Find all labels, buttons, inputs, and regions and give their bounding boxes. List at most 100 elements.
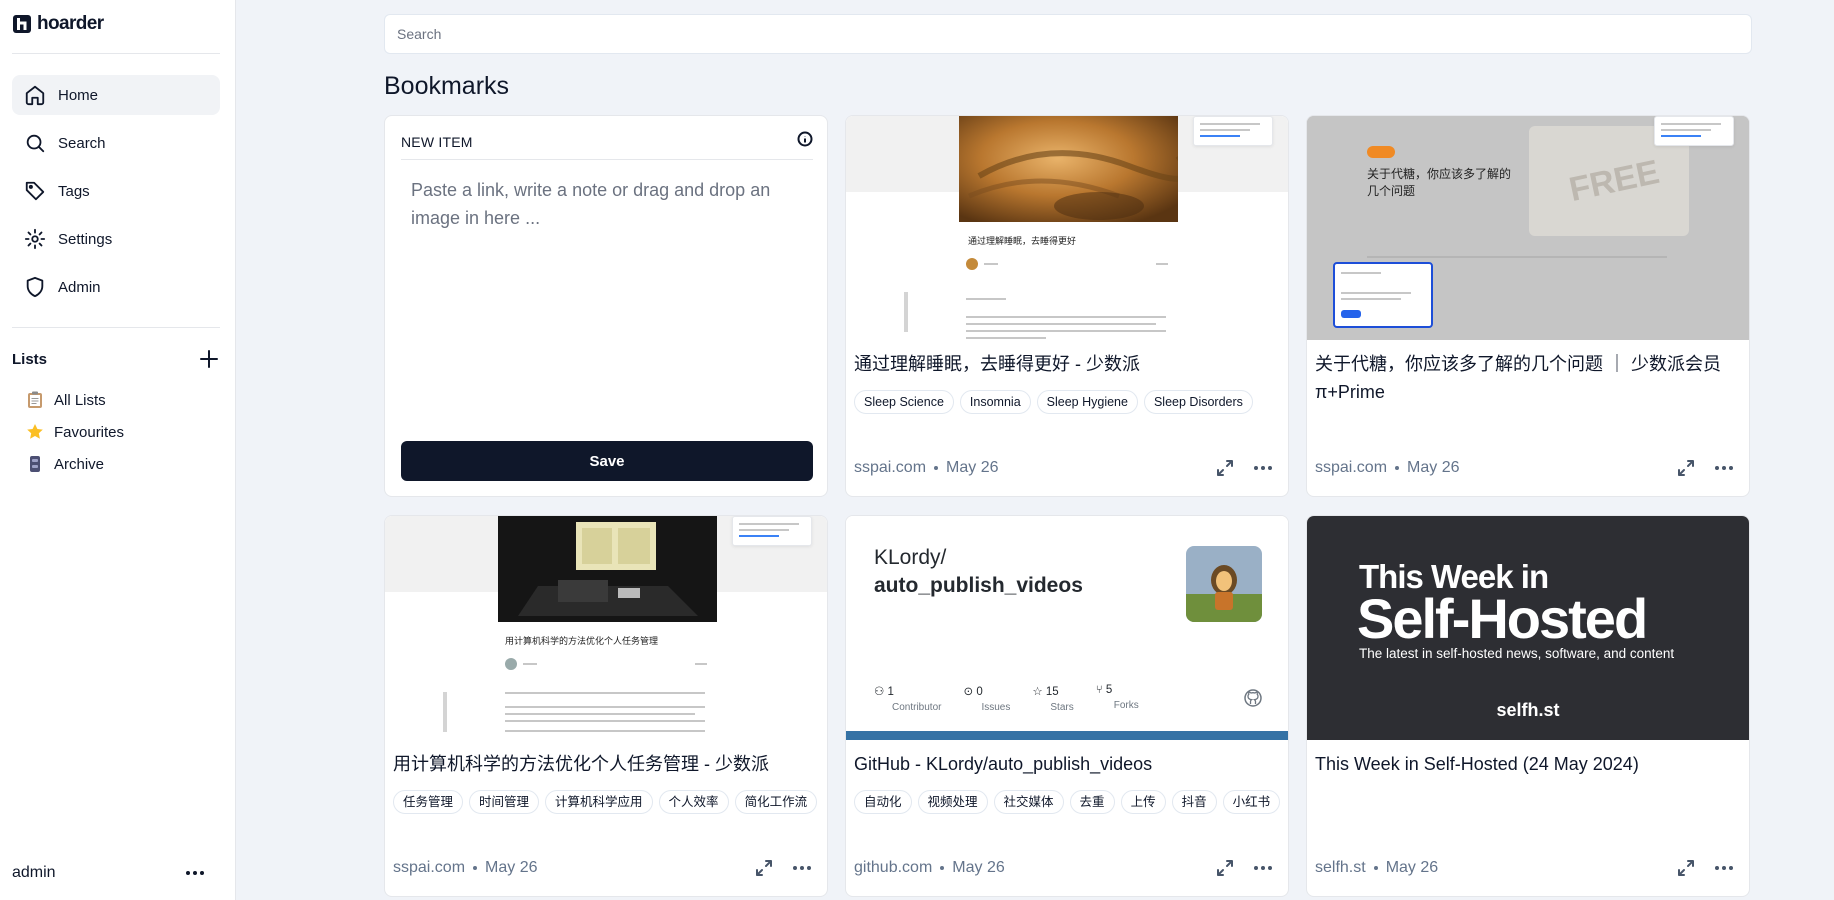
bookmark-domain[interactable]: sspai.com <box>1315 459 1387 477</box>
fork-icon: ⑂ <box>1095 684 1103 696</box>
expand-icon[interactable] <box>1677 459 1695 477</box>
card-footer: sspai.com May 26 <box>393 858 815 878</box>
bookmark-domain[interactable]: sspai.com <box>854 459 926 477</box>
tag-list: 任务管理 时间管理 计算机科学应用 个人效率 简化工作流 <box>393 790 818 814</box>
sidebar-item-home[interactable]: Home <box>12 75 220 115</box>
tag[interactable]: 简化工作流 <box>734 790 818 814</box>
sidebar-item-label: Search <box>58 134 106 152</box>
bookmark-thumbnail[interactable]: 用计算机科学的方法优化个人任务管理 <box>385 516 827 740</box>
expand-icon[interactable] <box>1216 859 1234 877</box>
preview-popup <box>732 516 812 546</box>
new-item-textarea[interactable] <box>401 176 813 376</box>
user-menu-button[interactable] <box>182 867 208 879</box>
more-options-button[interactable] <box>1711 862 1737 874</box>
bookmark-card[interactable]: This Week in Self-Hosted The latest in s… <box>1306 515 1750 897</box>
archive-emoji-icon <box>30 456 40 472</box>
tag[interactable]: Sleep Science <box>854 390 954 414</box>
plus-icon <box>200 350 218 368</box>
lists: All Lists Favourites Archive <box>26 384 124 480</box>
tag[interactable]: 时间管理 <box>469 790 540 814</box>
preview-brand: selfh.st <box>1496 700 1560 720</box>
preview-popup <box>1333 262 1433 328</box>
bookmark-card[interactable]: KLordy/ auto_publish_videos ⚇ 1 Contribu… <box>845 515 1289 897</box>
bookmark-thumbnail[interactable]: KLordy/ auto_publish_videos ⚇ 1 Contribu… <box>846 516 1288 740</box>
more-options-button[interactable] <box>789 862 815 874</box>
tag[interactable]: 抖音 <box>1171 790 1217 814</box>
sidebar-item-admin[interactable]: Admin <box>12 267 220 307</box>
bookmark-meta: sspai.com May 26 <box>854 459 999 477</box>
tag[interactable]: Insomnia <box>959 390 1031 414</box>
bookmark-title[interactable]: 关于代糖，你应该多了解的几个问题 ｜ 少数派会员 π+Prime <box>1315 350 1735 406</box>
tag[interactable]: 上传 <box>1120 790 1166 814</box>
bookmark-title[interactable]: GitHub - KLordy/auto_publish_videos <box>854 750 1274 778</box>
bookmark-card[interactable]: FREE 关于代糖，你应该多了解的几个问题 关于代糖，你应该多了解的几个问题 ｜… <box>1306 115 1750 497</box>
tag[interactable]: 自动化 <box>854 790 912 814</box>
star-icon: ☆ <box>1032 686 1043 698</box>
tag[interactable]: 小红书 <box>1222 790 1281 814</box>
sidebar-item-label: Tags <box>58 182 90 200</box>
repo-stat: ⚇ 1 Contributor <box>874 686 942 713</box>
bookmark-date: May 26 <box>952 859 1005 876</box>
repo-stats: ⚇ 1 Contributor ⊙ 0 Issues ☆ 15 Stars ⑂ … <box>874 684 1139 713</box>
tag[interactable]: 任务管理 <box>393 790 464 814</box>
shield-icon <box>26 276 44 298</box>
lists-title: Lists <box>12 350 48 368</box>
bookmark-title[interactable]: 用计算机科学的方法优化个人任务管理 - 少数派 <box>393 750 813 778</box>
list-item-all-lists[interactable]: All Lists <box>26 384 124 416</box>
bookmark-title[interactable]: This Week in Self-Hosted (24 May 2024) <box>1315 750 1735 778</box>
tag[interactable]: Sleep Hygiene <box>1036 390 1138 414</box>
tag-list: 自动化 视频处理 社交媒体 去重 上传 抖音 小红书 <box>854 790 1281 814</box>
expand-icon[interactable] <box>1677 859 1695 877</box>
bookmark-thumbnail[interactable]: FREE 关于代糖，你应该多了解的几个问题 <box>1307 116 1749 340</box>
bookmark-domain[interactable]: github.com <box>854 859 932 877</box>
expand-icon[interactable] <box>755 859 773 877</box>
sidebar-item-tags[interactable]: Tags <box>12 171 220 211</box>
bookmark-date: May 26 <box>485 859 538 876</box>
card-footer: sspai.com May 26 <box>1315 458 1737 478</box>
expand-icon[interactable] <box>1216 459 1234 477</box>
save-button[interactable]: Save <box>401 441 813 481</box>
bookmark-thumbnail[interactable]: 通过理解睡眠，去睡得更好 <box>846 116 1288 340</box>
repo-name: auto_publish_videos <box>874 574 1083 597</box>
list-item-label: All Lists <box>54 391 106 409</box>
bookmark-card[interactable]: 用计算机科学的方法优化个人任务管理 用计算机科学的方法优化个人任务管理 - 少数… <box>384 515 828 897</box>
sidebar-item-search[interactable]: Search <box>12 123 220 163</box>
bookmark-domain[interactable]: selfh.st <box>1315 859 1366 877</box>
more-options-button[interactable] <box>1711 462 1737 474</box>
bookmark-card[interactable]: 通过理解睡眠，去睡得更好 通过理解睡眠，去睡得更好 - 少数派 Sleep Sc… <box>845 115 1289 497</box>
search-icon <box>26 134 45 153</box>
bookmark-date: May 26 <box>946 459 999 476</box>
user-row: admin <box>12 862 208 884</box>
more-options-button[interactable] <box>1250 862 1276 874</box>
list-item-archive[interactable]: Archive <box>26 448 124 480</box>
list-item-favourites[interactable]: Favourites <box>26 416 124 448</box>
bookmark-thumbnail[interactable]: This Week in Self-Hosted The latest in s… <box>1307 516 1749 740</box>
tag[interactable]: 社交媒体 <box>993 790 1064 814</box>
repo-stat: ☆ 15 Stars <box>1032 686 1074 713</box>
issue-icon: ⊙ <box>963 686 974 698</box>
bookmark-domain[interactable]: sspai.com <box>393 859 465 877</box>
tag-list: Sleep Science Insomnia Sleep Hygiene Sle… <box>854 390 1253 414</box>
thumb-heading: 通过理解睡眠，去睡得更好 <box>968 236 1077 246</box>
app-logo[interactable]: hoarder <box>12 12 104 36</box>
tag[interactable]: 去重 <box>1069 790 1115 814</box>
more-options-button[interactable] <box>1250 462 1276 474</box>
sidebar: hoarder Home Search Tags Settings Admin … <box>0 0 236 900</box>
tag[interactable]: 个人效率 <box>658 790 729 814</box>
language-bar <box>846 731 1288 740</box>
home-icon <box>25 85 45 106</box>
star-emoji-icon <box>27 424 43 439</box>
tag[interactable]: 视频处理 <box>917 790 988 814</box>
add-list-button[interactable] <box>198 348 220 370</box>
tag[interactable]: 计算机科学应用 <box>545 790 653 814</box>
sidebar-item-settings[interactable]: Settings <box>12 219 220 259</box>
bookmark-title[interactable]: 通过理解睡眠，去睡得更好 - 少数派 <box>854 350 1274 378</box>
info-icon[interactable] <box>797 131 813 152</box>
people-icon: ⚇ <box>874 686 885 698</box>
lists-header: Lists <box>12 348 220 370</box>
github-icon <box>1244 689 1262 707</box>
tag[interactable]: Sleep Disorders <box>1143 390 1253 414</box>
gear-icon <box>24 228 46 250</box>
search-input[interactable] <box>384 14 1752 54</box>
thumb-heading: 用计算机科学的方法优化个人任务管理 <box>505 636 659 646</box>
